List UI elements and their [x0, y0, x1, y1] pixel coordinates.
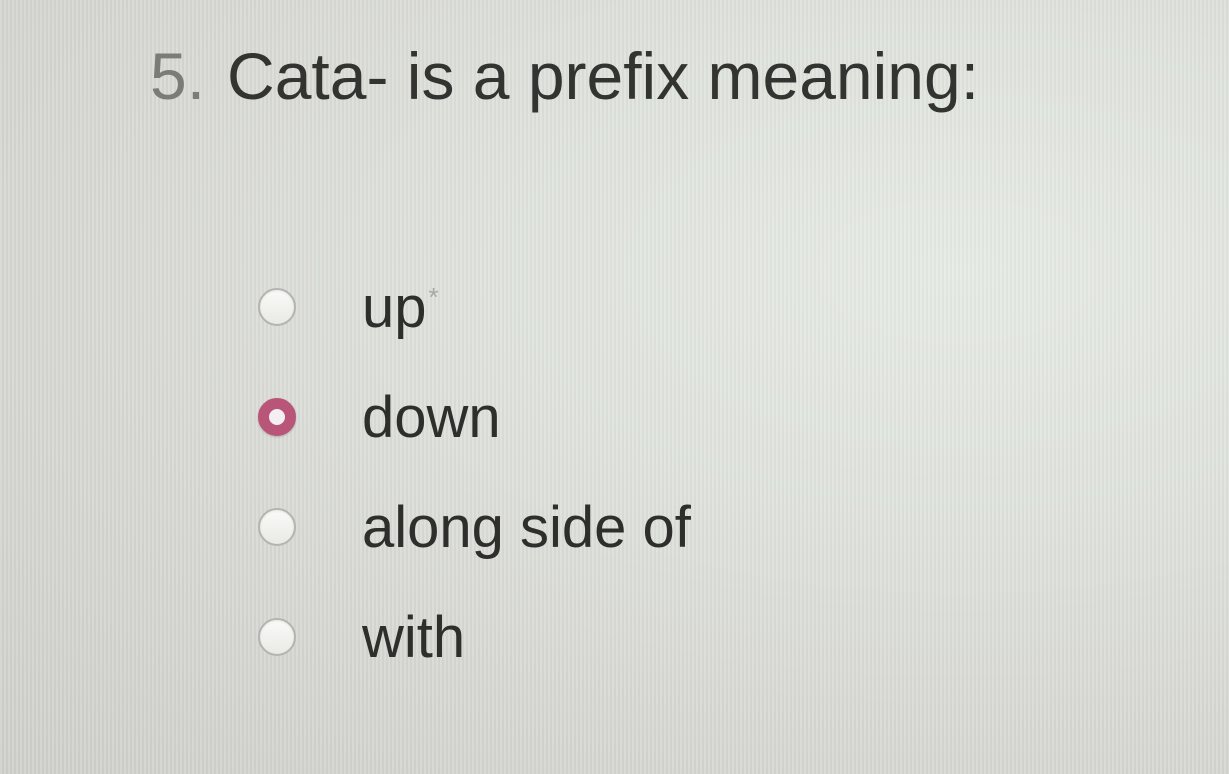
option-down[interactable]: down [258, 362, 691, 472]
option-along-side-of[interactable]: along side of [258, 472, 691, 582]
question-text: Cata- is a prefix meaning: [227, 39, 980, 113]
question-number: 5. [150, 39, 206, 113]
option-label-with[interactable]: with [362, 604, 465, 671]
radio-up[interactable] [258, 288, 296, 326]
option-label-along-side-of[interactable]: along side of [362, 494, 691, 561]
asterisk-marker: * [428, 282, 439, 313]
option-label-up[interactable]: up* [362, 274, 439, 341]
radio-with[interactable] [258, 618, 296, 656]
answer-options: up* down along side of with [258, 252, 691, 692]
question-heading: 5. Cata- is a prefix meaning: [150, 38, 979, 114]
option-up[interactable]: up* [258, 252, 691, 362]
option-with[interactable]: with [258, 582, 691, 692]
radio-along-side-of[interactable] [258, 508, 296, 546]
option-label-down[interactable]: down [362, 384, 501, 451]
radio-down[interactable] [258, 398, 296, 436]
